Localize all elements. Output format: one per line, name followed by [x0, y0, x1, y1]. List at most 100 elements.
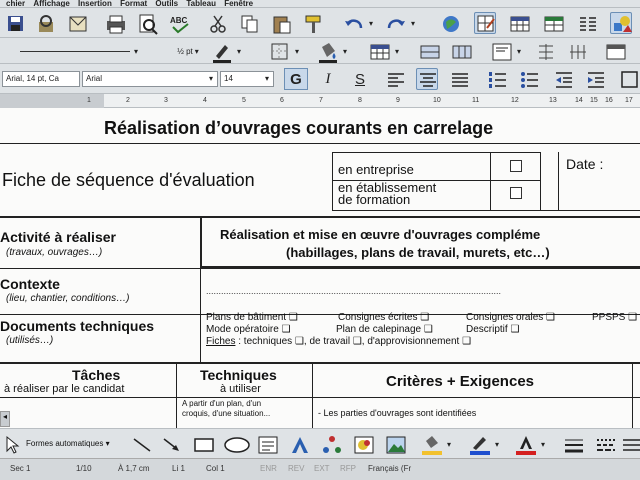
doc-plans-batiment[interactable]: Plans de bâtiment ❑	[206, 312, 298, 323]
chevron-down-icon[interactable]: ▾	[444, 433, 454, 455]
menu-format[interactable]: Format	[120, 0, 147, 7]
email-icon[interactable]	[66, 12, 88, 34]
increase-indent-icon[interactable]	[584, 68, 606, 90]
spelling-icon[interactable]: ABC	[168, 12, 190, 34]
underline-button[interactable]: S	[348, 68, 372, 90]
status-rfp[interactable]: RFP	[340, 464, 356, 473]
status-ext[interactable]: EXT	[314, 464, 330, 473]
align-left-icon[interactable]	[384, 68, 406, 90]
criteres-cell[interactable]: - Les parties d'ouvrages sont identifiée…	[318, 408, 476, 418]
doc-mode-operatoire[interactable]: Mode opératoire ❑	[206, 324, 291, 335]
style-select[interactable]: Arial, 14 pt, Ca	[2, 71, 80, 87]
insert-excel-icon[interactable]	[542, 12, 564, 34]
format-painter-icon[interactable]	[302, 12, 324, 34]
save-icon[interactable]	[4, 12, 26, 34]
numbering-icon[interactable]	[486, 68, 508, 90]
line-style-picker[interactable]: ▾	[14, 40, 144, 62]
outside-border-icon[interactable]	[618, 68, 640, 90]
chevron-down-icon[interactable]: ▾	[234, 40, 244, 62]
status-rev[interactable]: REV	[288, 464, 304, 473]
diagram-icon[interactable]	[320, 433, 342, 455]
font-color-icon[interactable]	[514, 433, 536, 455]
bullets-icon[interactable]	[518, 68, 540, 90]
techniques-cell[interactable]: A partir d'un plan, d'un croquis, d'une s…	[182, 399, 270, 419]
menu-fenetre[interactable]: Fenêtre	[224, 0, 253, 7]
arrow-tool-icon[interactable]	[160, 433, 182, 455]
chevron-down-icon[interactable]: ▾	[340, 40, 350, 62]
doc-consignes-ecrites[interactable]: Consignes écrites ❑	[338, 312, 429, 323]
undo-icon[interactable]	[342, 12, 364, 34]
chevron-down-icon[interactable]: ▾	[514, 40, 524, 62]
clipart-icon[interactable]	[352, 433, 374, 455]
insert-table-grid-icon[interactable]	[368, 40, 390, 62]
bold-button[interactable]: G	[284, 68, 308, 90]
hyperlink-icon[interactable]	[440, 12, 462, 34]
borders-icon[interactable]	[268, 40, 290, 62]
dash-style-icon[interactable]	[594, 433, 616, 455]
distribute-rows-icon[interactable]	[534, 40, 556, 62]
undo-dropdown-icon[interactable]: ▾	[366, 12, 376, 34]
paste-icon[interactable]	[270, 12, 292, 34]
font-select[interactable]: Arial ▾	[82, 71, 218, 87]
drawing-toggle-icon[interactable]	[610, 12, 632, 34]
redo-dropdown-icon[interactable]: ▾	[408, 12, 418, 34]
insert-picture-icon[interactable]	[384, 433, 406, 455]
align-cell-icon[interactable]	[490, 40, 512, 62]
doc-ppsps[interactable]: PPSPS ❑	[592, 312, 637, 323]
doc-plan-calepinage[interactable]: Plan de calepinage ❑	[336, 324, 433, 335]
split-cells-icon[interactable]	[450, 40, 472, 62]
font-color-swatch	[516, 451, 536, 455]
wordart-icon[interactable]	[288, 433, 310, 455]
menu-tableau[interactable]: Tableau	[186, 0, 216, 7]
table-autoformat-icon[interactable]	[604, 40, 626, 62]
print-icon[interactable]	[104, 12, 126, 34]
menu-fichier[interactable]: chier	[6, 0, 25, 7]
line-color-icon[interactable]	[468, 433, 490, 455]
doc-descriptif[interactable]: Descriptif ❑	[466, 324, 519, 335]
decrease-indent-icon[interactable]	[552, 68, 574, 90]
merge-cells-icon[interactable]	[418, 40, 440, 62]
chevron-down-icon[interactable]: ▾	[492, 433, 502, 455]
justify-icon[interactable]	[448, 68, 470, 90]
scroll-left-icon[interactable]: ◂	[0, 411, 10, 427]
shading-color-icon[interactable]	[316, 40, 338, 63]
cut-icon[interactable]	[206, 12, 228, 34]
tables-borders-icon[interactable]	[474, 12, 496, 34]
doc-consignes-orales[interactable]: Consignes orales ❑	[466, 312, 555, 323]
italic-button[interactable]: I	[316, 68, 340, 90]
fill-color-icon[interactable]	[420, 433, 442, 455]
textbox-tool-icon[interactable]	[256, 433, 278, 455]
distribute-columns-icon[interactable]	[566, 40, 588, 62]
insert-table-icon[interactable]	[508, 12, 530, 34]
arrow-style-icon[interactable]	[620, 433, 640, 455]
print-preview-icon[interactable]	[136, 12, 158, 35]
line-weight-picker[interactable]: ½ pt ▾	[168, 40, 208, 62]
copy-icon[interactable]	[238, 12, 260, 34]
permission-icon[interactable]	[34, 12, 56, 34]
line-style-icon[interactable]	[562, 433, 584, 455]
entreprise-checkbox[interactable]	[510, 160, 522, 172]
doc-fiches[interactable]: Fiches : techniques ❑, de travail ❑, d'a…	[206, 336, 471, 347]
redo-icon[interactable]	[384, 12, 406, 34]
menu-insertion[interactable]: Insertion	[78, 0, 112, 7]
chevron-down-icon[interactable]: ▾	[392, 40, 402, 62]
document-page[interactable]: Réalisation d’ouvrages courants en carre…	[0, 108, 640, 428]
border-color-icon[interactable]	[210, 40, 232, 63]
columns-icon[interactable]	[576, 12, 598, 34]
status-enr[interactable]: ENR	[260, 464, 277, 473]
align-center-icon[interactable]	[416, 68, 438, 90]
rectangle-tool-icon[interactable]	[192, 433, 214, 455]
select-pointer-icon[interactable]	[2, 433, 24, 455]
menu-outils[interactable]: Outils	[155, 0, 178, 7]
ruler-number: 8	[358, 97, 362, 104]
menu-affichage[interactable]: Affichage	[33, 0, 69, 7]
line-tool-icon[interactable]	[130, 433, 152, 455]
chevron-down-icon[interactable]: ▾	[538, 433, 548, 455]
contexte-field[interactable]: ........................................…	[206, 286, 636, 296]
autoshapes-menu[interactable]: Formes automatiques ▾	[26, 439, 110, 448]
chevron-down-icon[interactable]: ▾	[292, 40, 302, 62]
font-size-select[interactable]: 14 ▾	[220, 71, 274, 87]
oval-tool-icon[interactable]	[222, 433, 250, 455]
horizontal-ruler[interactable]: 1 2 3 4 5 6 7 8 9 10 11 12 13 14 15 16 1…	[0, 94, 640, 108]
etablissement-checkbox[interactable]	[510, 187, 522, 199]
